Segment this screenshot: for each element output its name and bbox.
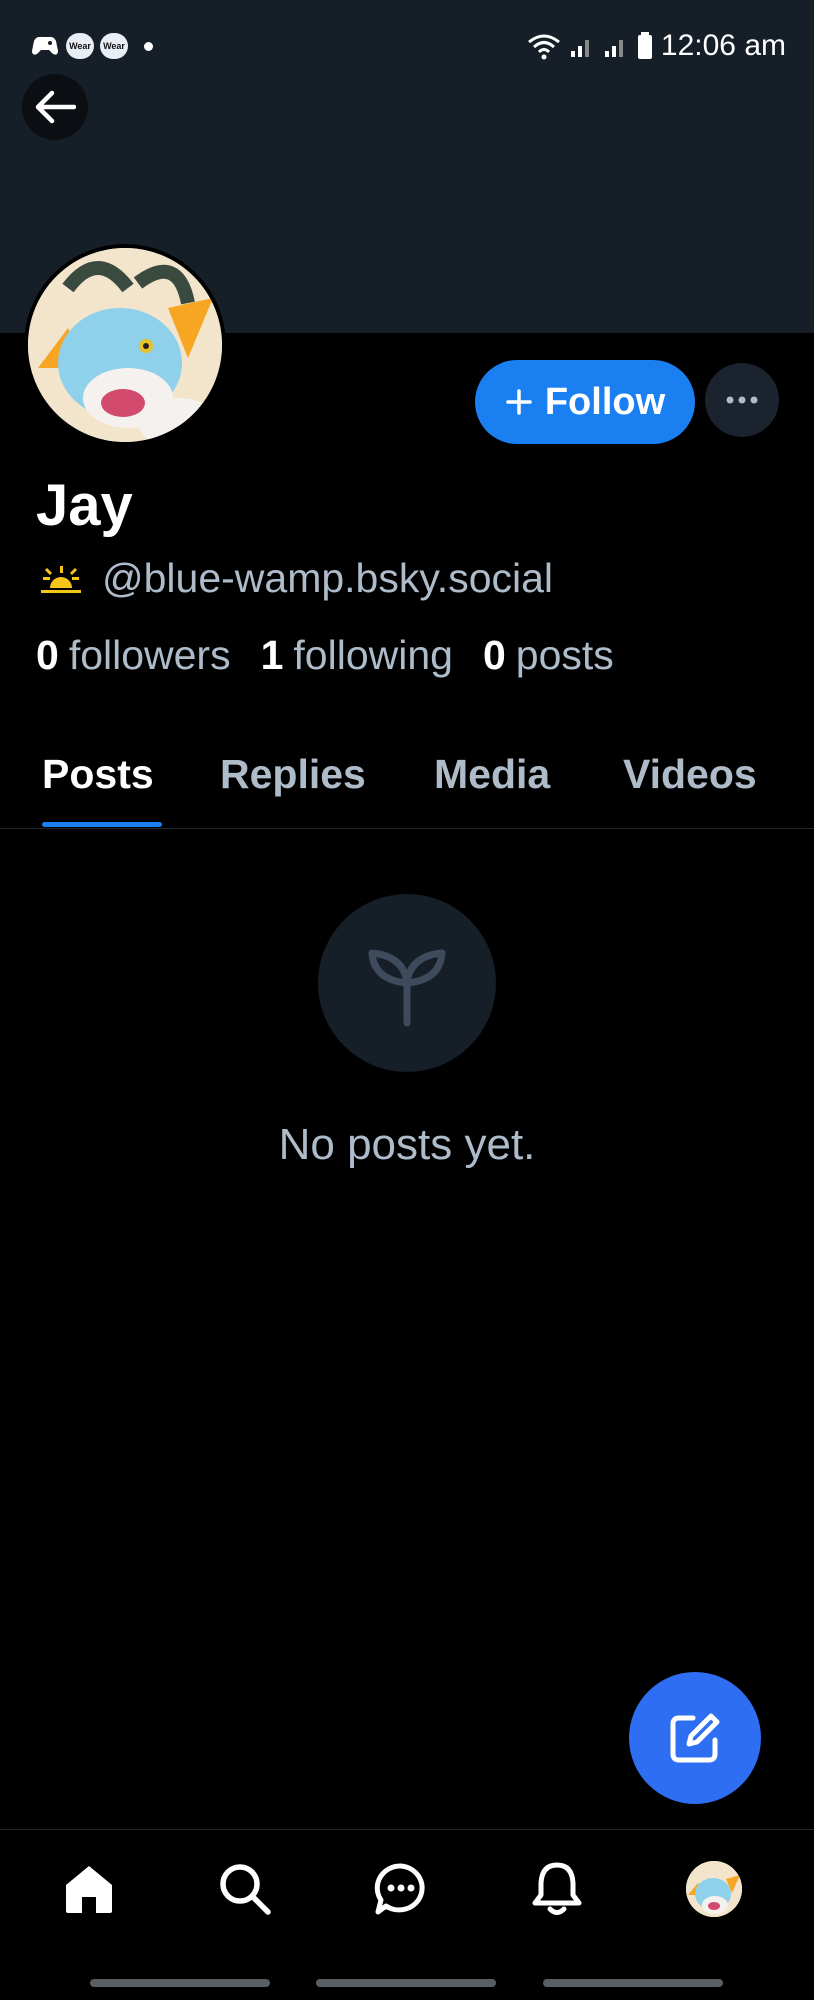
posts-count: 0 <box>482 632 506 678</box>
status-time: 12:06 am <box>660 29 786 62</box>
gesture-bar-center <box>316 1979 496 1987</box>
dragon-avatar-image <box>28 248 222 442</box>
nav-home[interactable] <box>58 1858 120 1920</box>
compose-icon <box>670 1713 720 1763</box>
signal-icon <box>570 40 589 57</box>
wifi-icon <box>527 34 560 60</box>
profile-avatar-small <box>686 1861 742 1917</box>
sunrise-icon <box>41 565 81 593</box>
search-icon <box>220 1864 271 1915</box>
bell-icon <box>532 1862 582 1915</box>
follow-button-label: Follow <box>544 380 666 423</box>
empty-state-text: No posts yet. <box>278 1120 536 1169</box>
seedling-icon <box>368 949 446 1027</box>
following-count[interactable]: 1 <box>261 632 284 679</box>
back-button[interactable] <box>22 74 88 140</box>
tab-posts[interactable]: Posts <box>42 751 154 843</box>
profile-tabs: Posts Replies Media Videos <box>0 735 814 829</box>
follow-button[interactable]: Follow <box>475 360 695 444</box>
profile-avatar[interactable] <box>24 244 226 446</box>
ellipsis-icon <box>726 396 758 404</box>
tab-replies[interactable]: Replies <box>220 751 366 843</box>
nav-chat[interactable] <box>370 1858 432 1920</box>
nav-notifications[interactable] <box>526 1858 588 1920</box>
tab-media[interactable]: Media <box>434 751 550 843</box>
profile-handle[interactable]: @blue-wamp.bsky.social <box>102 555 553 602</box>
status-notifications: Wear Wear <box>30 33 153 59</box>
wear-notification-icon: Wear <box>66 33 94 59</box>
nav-search[interactable] <box>214 1858 276 1920</box>
compose-post-button[interactable] <box>629 1672 761 1804</box>
followers-label[interactable]: followers <box>69 632 231 679</box>
arrow-left-icon <box>35 90 76 124</box>
battery-icon <box>637 32 652 59</box>
gesture-bar-right <box>543 1979 723 1987</box>
posts-label: posts <box>515 632 614 678</box>
chat-icon <box>374 1863 425 1915</box>
plus-icon <box>506 389 532 415</box>
active-tab-indicator <box>42 822 162 827</box>
followers-count[interactable]: 0 <box>36 632 59 679</box>
game-controller-icon <box>32 36 58 55</box>
signal-icon <box>604 40 623 57</box>
empty-state-icon-circle <box>318 894 496 1072</box>
more-notifications-dot <box>144 41 153 51</box>
tab-videos[interactable]: Videos <box>623 751 757 843</box>
profile-display-name: Jay <box>36 473 133 538</box>
following-label[interactable]: following <box>293 632 453 679</box>
profile-stats: 0 followers 1 following 0 posts <box>36 632 614 679</box>
home-icon <box>66 1866 112 1913</box>
gesture-bar-left <box>90 1979 270 1987</box>
more-options-button[interactable] <box>705 363 779 437</box>
bottom-navigation <box>0 1829 814 1947</box>
nav-profile[interactable] <box>683 1858 745 1920</box>
wear-notification-icon: Wear <box>100 33 128 59</box>
status-bar: Wear Wear 12:06 am <box>0 0 814 92</box>
profile-handle-row: @blue-wamp.bsky.social <box>38 555 553 602</box>
